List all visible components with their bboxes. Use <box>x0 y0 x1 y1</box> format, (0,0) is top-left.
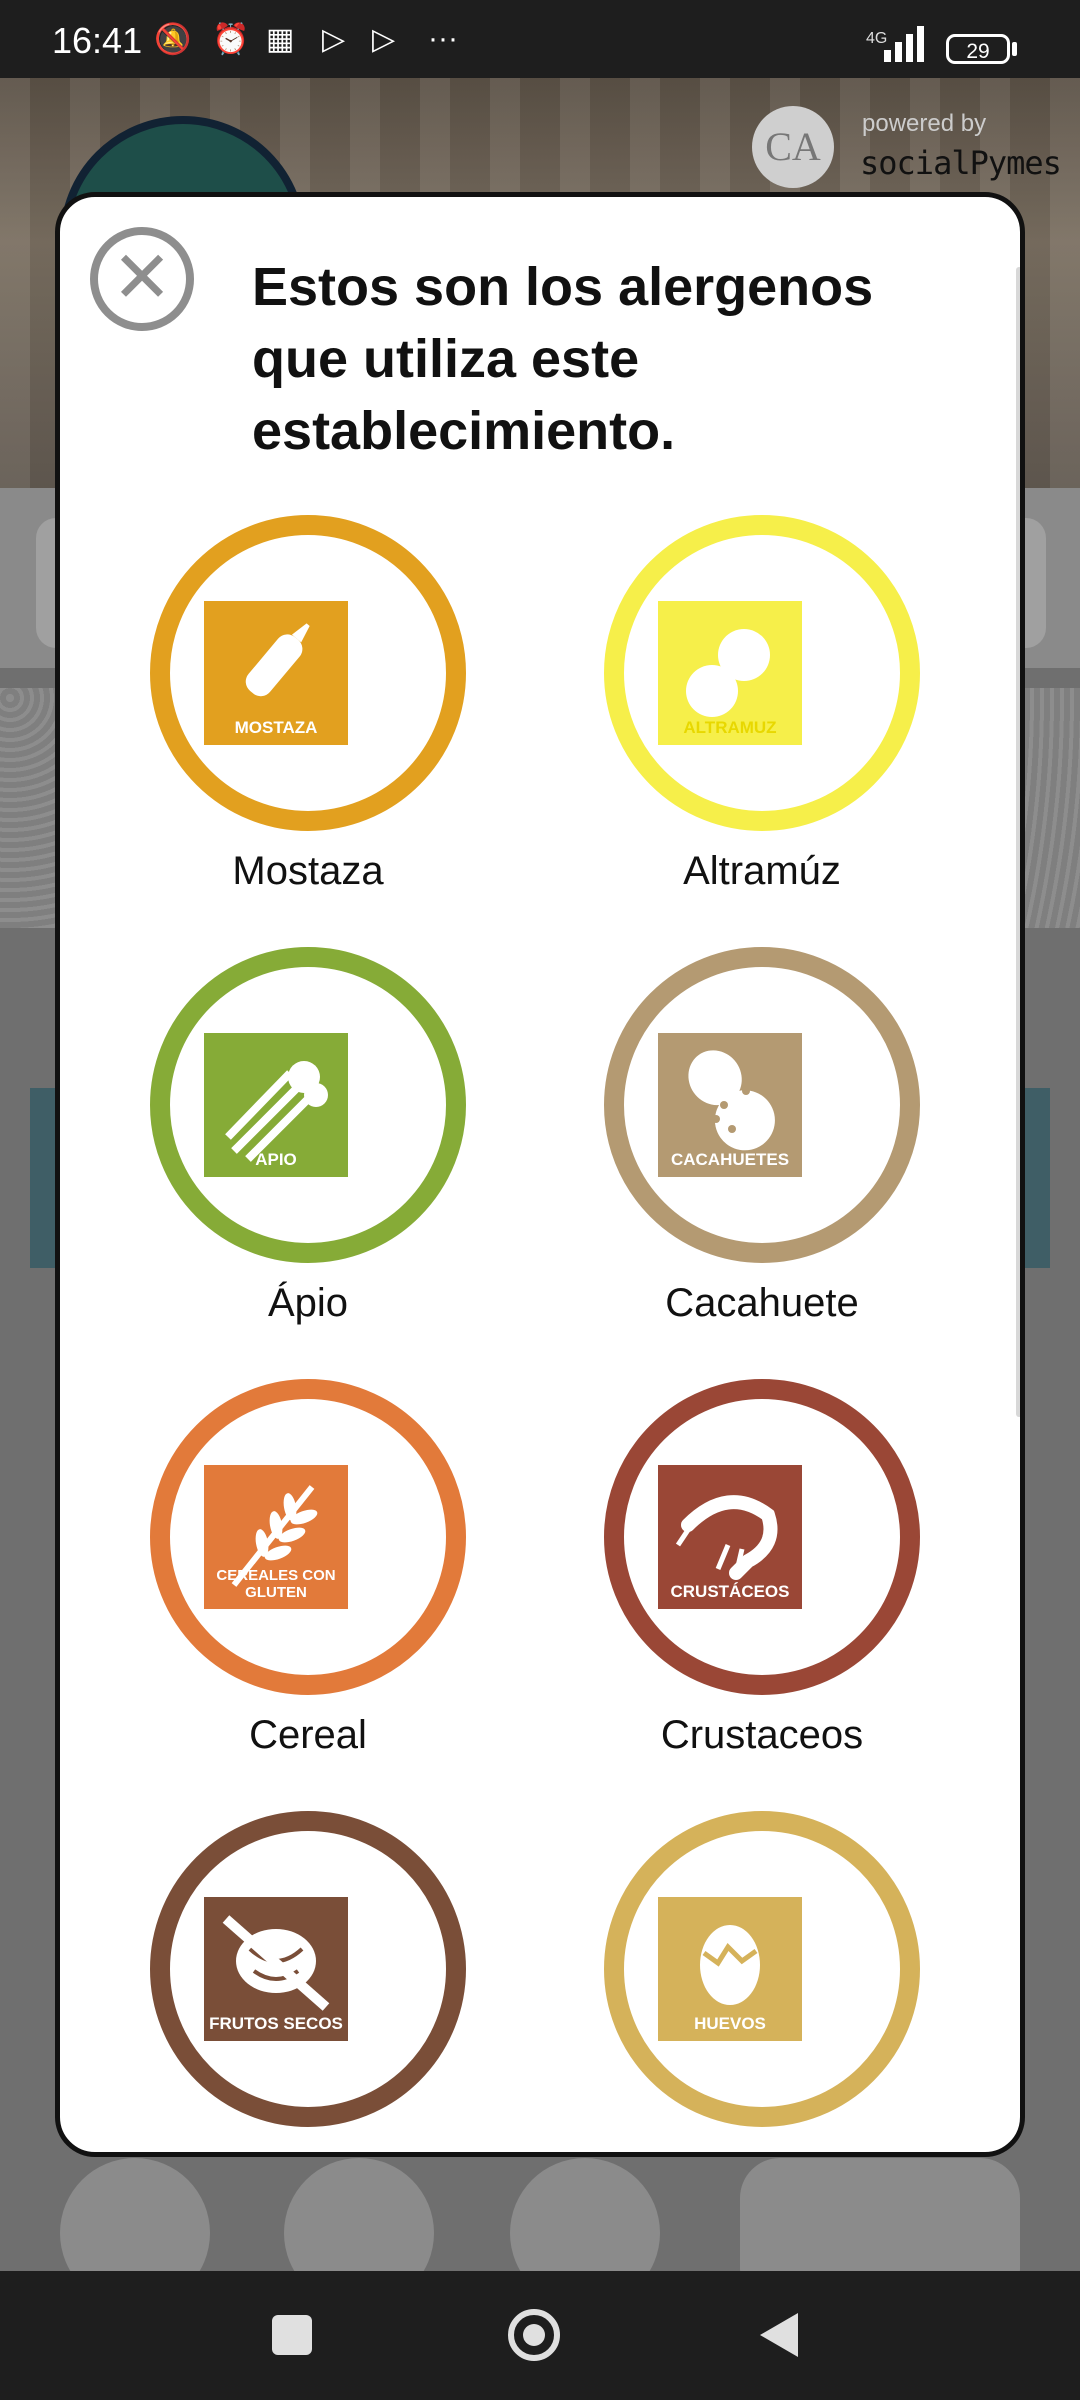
status-bar: 16:41 🔕 ⏰ ▦ ▷ ▷ ··· 4G 29 <box>0 0 1080 78</box>
mute-icon: 🔕 <box>154 23 192 56</box>
peanut-icon: CACAHUETES <box>658 1033 802 1177</box>
allergen-item-cacahuete[interactable]: CACAHUETES Cacahuete <box>572 947 952 1367</box>
powered-by-badge: CA powered by socialPymes <box>752 100 1062 196</box>
more-icon: ··· <box>428 22 458 55</box>
allergen-name: Mostaza <box>232 849 384 893</box>
allergen-item-mostaza[interactable]: MOSTAZA Mostaza <box>118 515 498 935</box>
allergen-caption: APIO <box>255 1150 297 1169</box>
status-time: 16:41 <box>52 20 143 61</box>
allergen-name: Altramúz <box>683 849 841 893</box>
allergen-caption: MOSTAZA <box>234 718 318 737</box>
allergen-caption: ALTRAMUZ <box>683 718 777 737</box>
modal-title: Estos son los alergenos que utiliza este… <box>252 257 874 461</box>
allergen-item-apio[interactable]: APIO Ápio <box>118 947 498 1367</box>
allergen-name: Cacahuete <box>665 1281 859 1325</box>
allergen-item-huevos[interactable]: HUEVOS <box>572 1811 952 2152</box>
signal-icon <box>884 22 924 62</box>
play-icon: ▷ <box>322 23 346 56</box>
allergen-caption: CEREALES CON GLUTEN <box>216 1567 336 1601</box>
lupin-icon: ALTRAMUZ <box>658 601 802 745</box>
bg-home-button <box>740 2158 1020 2271</box>
brand-name: socialPymes <box>860 144 1062 182</box>
system-navigation-bar <box>0 2271 1080 2400</box>
allergen-caption: FRUTOS SECOS <box>209 2014 343 2033</box>
powered-by-label: powered by <box>862 110 987 137</box>
calendar-icon: ▦ <box>266 23 295 56</box>
allergen-item-frutos-secos[interactable]: FRUTOS SECOS <box>118 1811 498 2152</box>
allergens-modal: ✕ Estos son los alergenos que utiliza es… <box>55 192 1025 2157</box>
allergen-item-cereal[interactable]: CEREALES CON GLUTEN Cereal <box>118 1379 498 1799</box>
bg-action-button-3 <box>510 2158 660 2271</box>
allergen-name: Cereal <box>249 1713 367 1757</box>
close-button[interactable]: ✕ <box>90 227 194 331</box>
back-button[interactable] <box>760 2313 798 2357</box>
nuts-icon: FRUTOS SECOS <box>204 1897 348 2041</box>
recents-button[interactable] <box>272 2315 312 2355</box>
modal-scrollbar[interactable] <box>1016 267 1020 1417</box>
mustard-bottle-icon: MOSTAZA <box>204 601 348 745</box>
close-icon: ✕ <box>111 238 173 318</box>
home-icon <box>523 2324 545 2346</box>
shrimp-icon: CRUSTÁCEOS <box>658 1465 802 1609</box>
bg-action-button-1 <box>60 2158 210 2271</box>
home-button[interactable] <box>508 2309 560 2361</box>
battery-level: 29 <box>966 40 990 63</box>
bg-action-button-2 <box>284 2158 434 2271</box>
allergen-item-altramuz[interactable]: ALTRAMUZ Altramúz <box>572 515 952 935</box>
brand-badge-icon: CA <box>752 106 834 188</box>
allergen-item-crustaceos[interactable]: CRUSTÁCEOS Crustaceos <box>572 1379 952 1799</box>
celery-icon: APIO <box>204 1033 348 1177</box>
allergen-caption: HUEVOS <box>694 2014 766 2033</box>
egg-icon: HUEVOS <box>658 1897 802 2041</box>
wheat-icon: CEREALES CON GLUTEN <box>204 1465 348 1609</box>
battery-icon: 29 <box>946 34 1010 64</box>
allergen-name: Crustaceos <box>660 1713 864 1757</box>
allergen-caption: CACAHUETES <box>670 1150 790 1169</box>
battery-tip <box>1012 42 1017 56</box>
play-icon-2: ▷ <box>372 23 396 56</box>
allergen-name: Ápio <box>267 1281 349 1325</box>
alarm-icon: ⏰ <box>212 23 250 56</box>
allergen-caption: CRUSTÁCEOS <box>670 1582 790 1601</box>
